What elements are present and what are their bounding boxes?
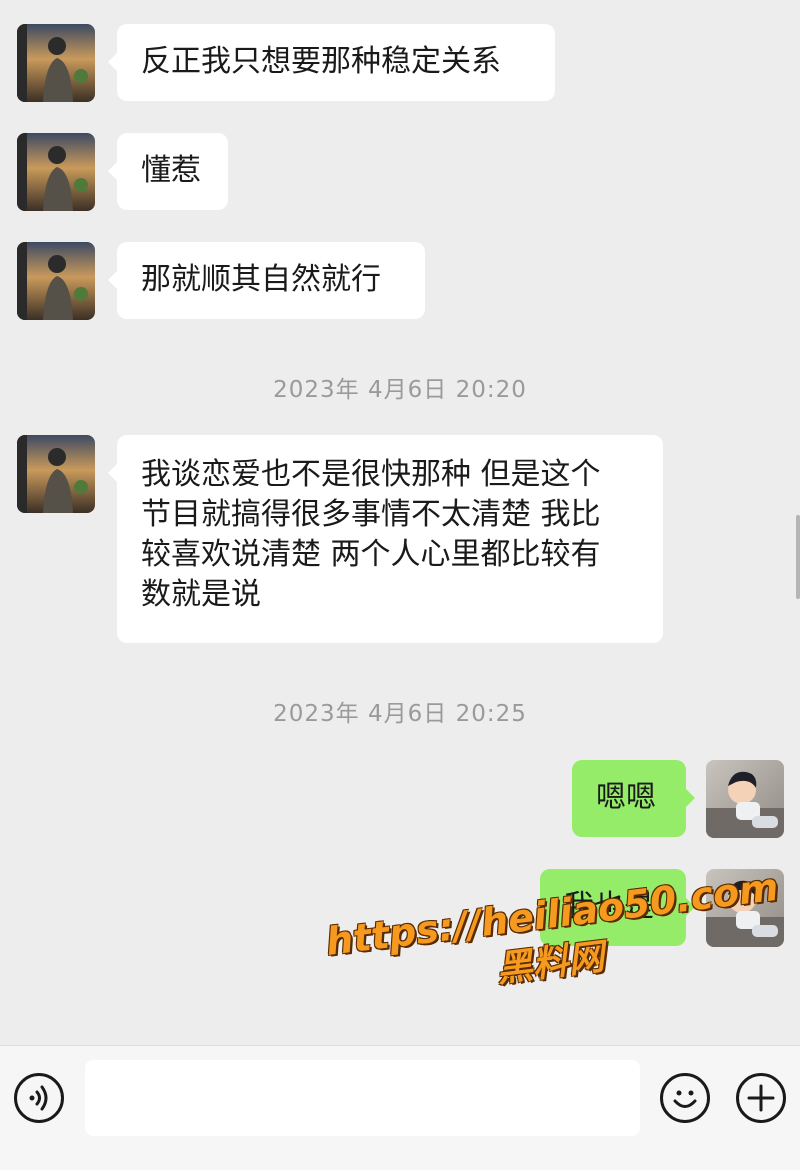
message-text: 那就顺其自然就行 — [141, 262, 381, 297]
scrollbar-thumb[interactable] — [796, 515, 800, 599]
message-input[interactable] — [85, 1060, 640, 1136]
message-text: 反正我只想要那种稳定关系 — [141, 44, 501, 79]
message-bubble-incoming[interactable]: 懂惹 — [108, 133, 228, 210]
more-button[interactable] — [736, 1073, 786, 1123]
message-bubble-incoming[interactable]: 反正我只想要那种稳定关系 — [108, 24, 555, 101]
timestamp: 2023年 4月6日 20:20 — [273, 377, 527, 403]
voice-icon — [29, 1085, 48, 1111]
contact-avatar[interactable] — [17, 242, 95, 320]
message-text-line: 较喜欢说清楚 两个人心里都比较有 — [141, 537, 601, 572]
contact-avatar[interactable] — [17, 24, 95, 102]
message-bubble-incoming[interactable]: 我谈恋爱也不是很快那种 但是这个 节目就搞得很多事情不太清楚 我比 较喜欢说清楚… — [108, 435, 663, 643]
emoji-button[interactable] — [660, 1073, 710, 1123]
chat-area[interactable]: 反正我只想要那种稳定关系 懂惹 那就顺其自然就行 2023年 4月6日 20:2… — [0, 0, 800, 1045]
self-avatar[interactable] — [706, 760, 784, 838]
contact-avatar[interactable] — [17, 133, 95, 211]
input-bar — [0, 1045, 800, 1170]
self-avatar[interactable] — [706, 869, 784, 947]
contact-avatar[interactable] — [17, 435, 95, 513]
message-text: 我也是 — [564, 889, 654, 924]
message-text-line: 节目就搞得很多事情不太清楚 我比 — [141, 497, 601, 532]
emoji-icon — [673, 1090, 697, 1108]
timestamp: 2023年 4月6日 20:25 — [273, 701, 527, 727]
message-text: 嗯嗯 — [596, 780, 656, 815]
message-text: 懂惹 — [141, 153, 201, 188]
voice-button[interactable] — [14, 1073, 64, 1123]
message-text-line: 我谈恋爱也不是很快那种 但是这个 — [141, 457, 601, 492]
message-bubble-outgoing[interactable]: 我也是 — [540, 869, 695, 946]
message-bubble-incoming[interactable]: 那就顺其自然就行 — [108, 242, 425, 319]
message-bubble-outgoing[interactable]: 嗯嗯 — [572, 760, 695, 837]
message-text-line: 数就是说 — [141, 577, 261, 612]
plus-icon — [747, 1084, 775, 1112]
